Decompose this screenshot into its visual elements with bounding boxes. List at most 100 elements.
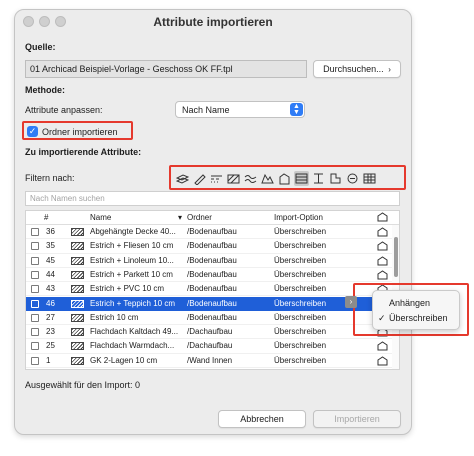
row-import-option[interactable]: Überschreiben (274, 299, 326, 308)
selected-count-status: Ausgewählt für den Import: 0 (25, 380, 141, 390)
house-icon (377, 241, 388, 251)
material-swatch-icon (71, 299, 84, 308)
row-import-option[interactable]: Überschreiben (274, 284, 326, 293)
house-icon (377, 341, 388, 351)
import-folders-checkbox[interactable]: ✓ (27, 126, 38, 137)
window-title: Attribute importieren (153, 15, 273, 29)
cancel-button[interactable]: Abbrechen (218, 410, 306, 428)
mep-filter-icon[interactable] (328, 171, 343, 186)
surface-filter-icon[interactable] (260, 171, 275, 186)
popup-item-label: Anhängen (389, 298, 431, 308)
row-import-option[interactable]: Überschreiben (274, 241, 326, 250)
fill-filter-icon[interactable] (226, 171, 241, 186)
row-import-option[interactable]: Überschreiben (274, 313, 326, 322)
row-name: Estrich + Parkett 10 cm (90, 269, 173, 279)
row-number: 25 (46, 341, 55, 351)
table-row[interactable]: 27 Estrich 10 cm/Bodenaufbau Überschreiben (26, 311, 399, 326)
row-name: Estrich + Linoleum 10... (90, 255, 174, 265)
source-file-field: 01 Archicad Beispiel-Vorlage - Geschoss … (25, 60, 307, 78)
table-row[interactable]: 36 Abgehängte Decke 40... /Bodenaufbau Über… (26, 225, 399, 240)
layer-filter-icon[interactable] (175, 171, 190, 186)
row-checkbox[interactable] (31, 270, 39, 279)
house-icon (377, 356, 388, 366)
adjust-attributes-label: Attribute anpassen: (25, 105, 103, 115)
renovation-filter-icon[interactable] (345, 171, 360, 186)
scrollbar-thumb[interactable] (394, 237, 398, 277)
operation-profile-filter-icon[interactable] (362, 171, 377, 186)
profile-filter-icon[interactable] (277, 171, 292, 186)
row-checkbox[interactable] (31, 342, 39, 351)
row-checkbox[interactable] (31, 285, 39, 294)
table-row[interactable]: 2GK 2-Lagen 12.5 cm/Wand InnenÜberschrei… (26, 368, 399, 369)
filter-toolbar (171, 168, 403, 188)
table-row[interactable]: 23 Flachdach Kaltdach 49... /Dachaufbau Übe… (26, 325, 399, 340)
pen-filter-icon[interactable] (192, 171, 207, 186)
filter-label: Filtern nach: (25, 173, 75, 183)
house-icon (377, 227, 388, 237)
zone-filter-icon[interactable] (311, 171, 326, 186)
row-import-option[interactable]: Überschreiben (274, 327, 326, 336)
table-row[interactable]: 43 Estrich + PVC 10 cm/Bodenaufbau Übersch… (26, 282, 399, 297)
row-import-option[interactable]: Überschreiben (274, 341, 326, 350)
attributes-table: # Name ▾ Ordner Import-Option 36 Abgehäng… (25, 210, 400, 370)
material-swatch-icon (71, 356, 84, 365)
column-import-option[interactable]: Import-Option (274, 213, 323, 222)
material-swatch-icon (71, 328, 84, 337)
popup-item-overwrite[interactable]: ✓ Überschreiben (373, 311, 459, 325)
row-name: Estrich 10 cm (90, 312, 139, 322)
material-swatch-icon (71, 228, 84, 236)
chevron-right-icon: › (388, 65, 391, 74)
attributes-section-title: Zu importierende Attribute: (25, 147, 142, 157)
material-swatch-icon (71, 342, 84, 351)
row-checkbox[interactable] (31, 356, 39, 365)
composite-filter-icon[interactable] (243, 171, 258, 186)
row-checkbox[interactable] (31, 242, 39, 251)
row-import-option[interactable]: Überschreiben (274, 256, 326, 265)
row-number: 43 (46, 284, 55, 294)
row-name: Abgehängte Decke 40... (90, 227, 176, 236)
method-select-value: Nach Name (182, 105, 230, 115)
row-name: Estrich + Fliesen 10 cm (90, 241, 174, 251)
row-import-option[interactable]: Überschreiben (274, 270, 326, 279)
row-number: 35 (46, 241, 55, 251)
table-row[interactable]: 35 Estrich + Fliesen 10 cm/Bodenaufbau Übe… (26, 239, 399, 254)
row-number: 23 (46, 327, 55, 337)
table-row[interactable]: 46 Estrich + Teppich 10 cm/Bodenaufbau Übe… (26, 296, 399, 311)
column-num[interactable]: # (44, 213, 48, 222)
method-select[interactable]: Nach Name ▲ ▼ (175, 101, 305, 118)
row-number: 46 (46, 298, 55, 308)
up-down-chevron-icon: ▲ ▼ (290, 103, 303, 116)
material-swatch-icon (71, 285, 84, 294)
row-import-option[interactable]: Überschreiben (274, 356, 326, 365)
row-checkbox[interactable] (31, 313, 39, 322)
popup-item-append[interactable]: Anhängen (373, 296, 459, 310)
material-swatch-icon (71, 313, 84, 322)
row-folder: /Bodenaufbau (187, 312, 237, 322)
row-folder: /Bodenaufbau (187, 298, 237, 308)
row-name: Flachdach Kaltdach 49... (90, 327, 179, 337)
row-checkbox[interactable] (31, 256, 39, 265)
title-bar: Attribute importieren (15, 10, 411, 34)
line-type-filter-icon[interactable] (209, 171, 224, 186)
row-checkbox[interactable] (31, 228, 39, 236)
name-search-input[interactable]: Nach Namen suchen (25, 191, 400, 206)
row-import-option[interactable]: Überschreiben (274, 227, 326, 236)
row-number: 27 (46, 312, 55, 322)
import-option-popup-menu: Anhängen ✓ Überschreiben (372, 290, 460, 330)
table-row[interactable]: 44 Estrich + Parkett 10 cm/Bodenaufbau Übe… (26, 268, 399, 283)
building-material-filter-icon[interactable] (294, 170, 309, 186)
table-row[interactable]: 1 GK 2-Lagen 10 cm/Wand Innen Überschreibe… (26, 354, 399, 368)
column-name[interactable]: Name (90, 213, 111, 222)
row-number: 45 (46, 255, 55, 265)
table-row[interactable]: 25 Flachdach Warmdach... /Dachaufbau Übersc… (26, 339, 399, 354)
table-row[interactable]: 45 Estrich + Linoleum 10... /Bodenaufbau Üb… (26, 254, 399, 268)
import-button[interactable]: Importieren (313, 410, 401, 428)
row-folder: /Dachaufbau (187, 327, 233, 337)
row-checkbox[interactable] (31, 299, 39, 308)
checkmark-icon: ✓ (378, 313, 386, 323)
column-folder[interactable]: Ordner (187, 213, 212, 222)
browse-button[interactable]: Durchsuchen... › (313, 60, 401, 78)
import-folders-label: Ordner importieren (42, 127, 118, 137)
chevron-right-icon[interactable]: › (345, 296, 357, 308)
row-checkbox[interactable] (31, 328, 39, 337)
